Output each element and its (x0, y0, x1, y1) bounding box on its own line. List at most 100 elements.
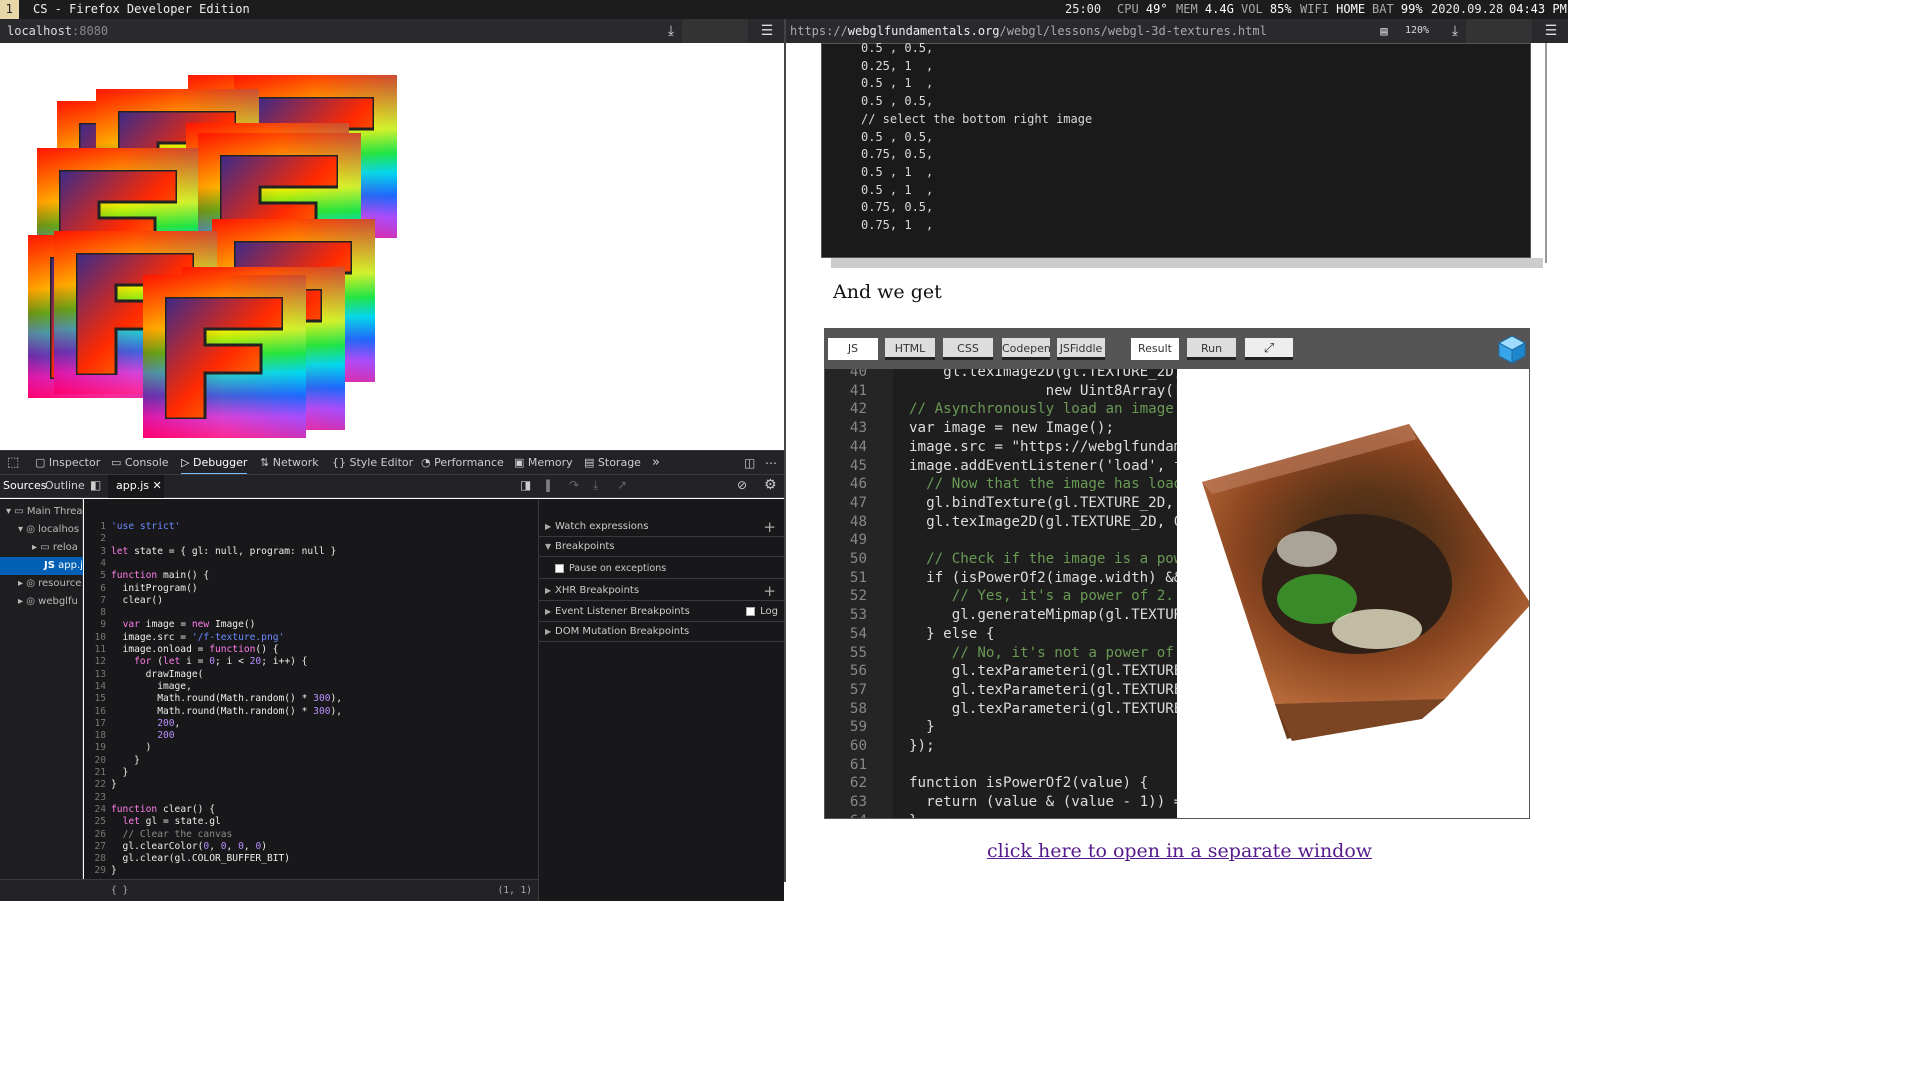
tree-item-main-thread[interactable]: ▾ ▭ Main Threa (0, 503, 83, 521)
folder-icon: ▭ (40, 542, 50, 553)
step-in-icon[interactable]: ⤓ (593, 478, 598, 493)
tree-label: reloa (52, 542, 78, 553)
tab-style-editor[interactable]: {} Style Editor (332, 451, 413, 475)
tab-memory[interactable]: ▣ Memory (514, 451, 573, 475)
left-url-bar[interactable]: localhost:8080 ⤓ ☰ (0, 19, 784, 43)
line-text: var image = new Image(); (909, 420, 1114, 437)
demo-code-line: 48 gl.texImage2D(gl.TEXTURE_2D, 0, (825, 513, 1177, 532)
more-tabs-icon[interactable]: » (652, 451, 660, 475)
zoom-level[interactable]: 120% (1394, 19, 1440, 43)
source-editor[interactable]: 1'use strict' 2 3 let state = { gl: null, p… (84, 499, 538, 879)
code-line: 26 // Clear the canvas (94, 828, 233, 840)
codepen-button[interactable]: Codepen (1002, 338, 1051, 360)
demo-result-canvas[interactable] (1177, 369, 1529, 818)
right-browser-window: https://webglfundamentals.org/webgl/less… (786, 19, 1568, 882)
lesson-paragraph: And we get (833, 281, 942, 303)
line-text: if (isPowerOf2(image.width) && (909, 569, 1177, 586)
tree-item-webglfundamentals[interactable]: ▸ ◎ webglfu (0, 593, 83, 611)
textured-cube-image (1202, 424, 1529, 741)
tab-html[interactable]: HTML (885, 338, 935, 360)
element-picker-icon[interactable]: ⬚ (7, 451, 19, 475)
download-icon[interactable]: ⤓ (1444, 19, 1466, 43)
menu-icon[interactable]: ☰ (756, 19, 778, 43)
add-icon[interactable]: + (763, 581, 776, 601)
scrollbar[interactable] (1545, 43, 1547, 263)
vol-status: VOL 85% (1241, 0, 1292, 19)
reader-mode-icon[interactable]: ▤ (1373, 19, 1395, 43)
step-over-icon[interactable]: ↷ (569, 478, 579, 492)
tab-debugger[interactable]: ▷ Debugger (181, 451, 248, 475)
log-checkbox[interactable] (746, 606, 756, 616)
url-host: localhost (7, 24, 73, 38)
tree-item-reload[interactable]: ▸ ▭ reloa (0, 539, 83, 557)
tab-outline[interactable]: Outline (45, 479, 85, 492)
breakpoints-header[interactable]: ▼ Breakpoints (539, 537, 784, 557)
download-icon[interactable]: ⤓ (660, 19, 682, 43)
pretty-print-icon[interactable]: { } (111, 880, 128, 902)
tree-label: app.j (58, 560, 83, 571)
line-text: gl.generateMipmap(gl.TEXTURE (909, 607, 1177, 624)
watch-expressions-header[interactable]: ▶ Watch expressions + (539, 517, 784, 537)
cpu-label: CPU (1117, 2, 1139, 16)
chevron-down-icon: ▾ (18, 524, 24, 535)
add-icon[interactable]: + (763, 517, 776, 537)
code-line: 8 (100, 607, 106, 619)
tab-result[interactable]: Result (1131, 338, 1179, 360)
line-number: 54 (849, 625, 867, 642)
demo-toolbar: JS HTML CSS Codepen JSFiddle Result Run … (825, 329, 1529, 369)
demo-code-line: 63 return (value & (value - 1)) == (825, 793, 1177, 812)
code-block-line: 0.5 , 0.5, (861, 94, 934, 109)
fullscreen-icon[interactable]: ⤢ (1245, 338, 1293, 360)
event-listener-breakpoints-header[interactable]: ▶ Event Listener Breakpoints Log (539, 602, 784, 622)
demo-code-line: 42 // Asynchronously load an image (825, 400, 1177, 419)
log-toggle[interactable]: Log (746, 602, 778, 622)
demo-code-line: 54 } else { (825, 625, 1177, 644)
tab-label: Console (124, 456, 169, 469)
menu-icon[interactable]: ☰ (1540, 19, 1562, 43)
toolbar-slot (704, 19, 726, 43)
toggle-sidebar-icon[interactable]: ◧ (90, 478, 101, 492)
close-icon[interactable]: ✕ (153, 479, 162, 492)
tab-console[interactable]: ▭ Console (111, 451, 169, 475)
vol-label: VOL (1241, 2, 1263, 16)
line-number: 50 (849, 551, 867, 567)
pause-exceptions-checkbox[interactable] (555, 564, 564, 573)
more-options-icon[interactable]: ⋯ (765, 451, 777, 475)
dom-mutation-breakpoints-header[interactable]: ▶ DOM Mutation Breakpoints (539, 622, 784, 642)
tab-js[interactable]: JS (828, 338, 878, 360)
xhr-breakpoints-header[interactable]: ▶ XHR Breakpoints + (539, 581, 784, 601)
open-separate-window-link[interactable]: click here to open in a separate window (987, 840, 1372, 862)
demo-code-editor[interactable]: 40 gl.texImage2D(gl.TEXTURE_2D, 0, g41 n… (825, 369, 1177, 818)
demo-code-line: 50 // Check if the image is a powe (825, 550, 1177, 569)
file-tab-appjs[interactable]: app.js ✕ (108, 475, 164, 498)
pause-on-exceptions-row[interactable]: Pause on exceptions (539, 559, 784, 579)
tab-css[interactable]: CSS (943, 338, 993, 360)
deactivate-breakpoints-icon[interactable]: ⊘ (737, 478, 747, 492)
line-text: // Asynchronously load an image (909, 401, 1174, 418)
tab-inspector[interactable]: ▢ Inspector (35, 451, 100, 475)
workspace-indicator[interactable]: 1 (0, 0, 19, 19)
tree-label: webglfu (38, 596, 78, 607)
file-tab-label: app.js (116, 479, 149, 492)
inspector-icon: ▢ (35, 456, 46, 469)
step-out-icon[interactable]: ↗ (617, 478, 627, 492)
demo-code-line: 56 gl.texParameteri(gl.TEXTURE_ (825, 662, 1177, 681)
code-line: 5 function main() { (100, 570, 210, 582)
tree-item-localhost[interactable]: ▾ ◎ localhos (0, 521, 83, 539)
tab-storage[interactable]: ▤ Storage (584, 451, 641, 475)
tree-item-appjs[interactable]: JS app.j (0, 557, 83, 575)
jsfiddle-button[interactable]: JSFiddle (1057, 338, 1105, 360)
dock-icon[interactable]: ◫ (744, 451, 755, 475)
tree-item-resource[interactable]: ▸ ◎ resource (0, 575, 83, 593)
console-icon: ▭ (111, 456, 122, 469)
gear-icon[interactable]: ⚙ (764, 477, 777, 493)
toggle-panel-icon[interactable]: ◨ (520, 478, 531, 492)
line-number: 48 (849, 513, 867, 530)
pause-icon[interactable]: ‖ (545, 478, 551, 492)
tab-network[interactable]: ⇅ Network (260, 451, 319, 475)
tab-performance[interactable]: ◔ Performance (421, 451, 504, 475)
webgl-canvas[interactable] (0, 43, 784, 450)
line-number: 44 (849, 438, 867, 455)
run-button[interactable]: Run (1187, 338, 1236, 360)
tab-sources[interactable]: Sources (3, 479, 47, 492)
